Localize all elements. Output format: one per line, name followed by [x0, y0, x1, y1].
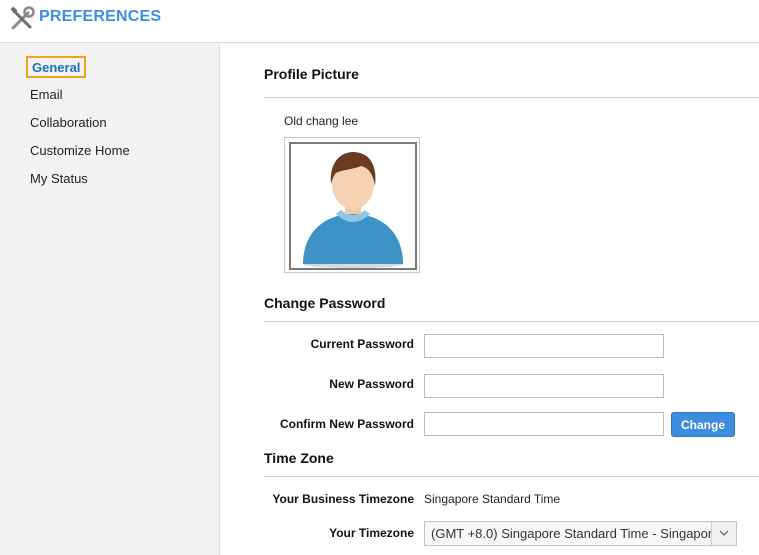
app-header: PREFERENCES	[0, 0, 759, 43]
new-password-input[interactable]	[424, 374, 664, 398]
profile-picture-heading: Profile Picture	[264, 66, 359, 82]
page-title: PREFERENCES	[39, 8, 162, 25]
change-password-heading: Change Password	[264, 295, 386, 311]
confirm-password-input[interactable]	[424, 412, 664, 436]
divider	[264, 476, 759, 477]
change-password-button[interactable]: Change	[671, 412, 735, 437]
timezone-select[interactable]: (GMT +8.0) Singapore Standard Time - Sin…	[424, 521, 737, 546]
user-timezone-label: Your Timezone	[329, 526, 414, 540]
chevron-down-icon[interactable]	[711, 522, 736, 545]
tools-icon	[10, 6, 35, 30]
divider	[264, 97, 759, 98]
sidebar-item-general[interactable]: General	[26, 56, 87, 78]
profile-name: Old chang lee	[284, 114, 359, 128]
new-password-label: New Password	[329, 377, 414, 391]
divider	[264, 321, 759, 322]
confirm-password-label: Confirm New Password	[279, 417, 414, 431]
business-timezone-label: Your Business Timezone	[272, 492, 414, 506]
sidebar-item-customize-home[interactable]: Customize Home	[30, 143, 130, 158]
sidebar-item-collaboration[interactable]: Collaboration	[30, 115, 107, 130]
current-password-label: Current Password	[310, 337, 414, 351]
timezone-selected-value: (GMT +8.0) Singapore Standard Time - Sin…	[431, 526, 713, 541]
sidebar: General Email Collaboration Customize Ho…	[0, 43, 220, 555]
time-zone-heading: Time Zone	[264, 450, 334, 466]
current-password-input[interactable]	[424, 334, 664, 358]
profile-picture[interactable]	[284, 137, 420, 273]
avatar	[289, 142, 417, 270]
user-avatar-icon	[303, 152, 403, 268]
sidebar-item-email[interactable]: Email	[30, 87, 63, 102]
main-content: Profile Picture Old chang lee Change Pas…	[220, 43, 759, 555]
business-timezone-value: Singapore Standard Time	[424, 492, 561, 506]
sidebar-item-my-status[interactable]: My Status	[30, 171, 88, 186]
